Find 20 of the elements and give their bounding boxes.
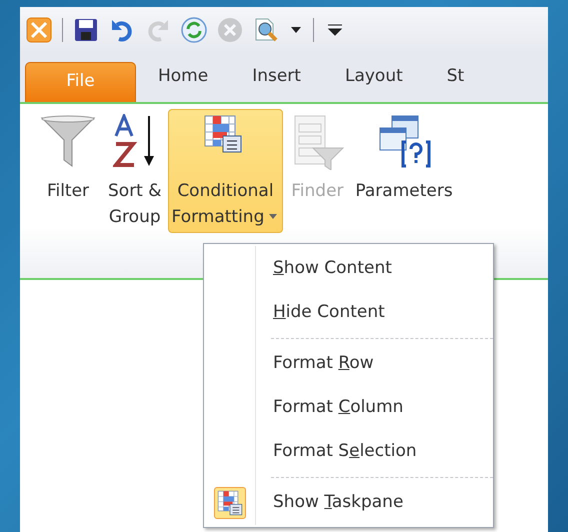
preview-icon[interactable] xyxy=(253,17,279,43)
ribbon-tab[interactable]: Layout xyxy=(322,62,425,102)
ribbon-tab[interactable]: St xyxy=(424,62,486,102)
ribbon-tab[interactable]: Home xyxy=(136,62,230,102)
ribbon-button[interactable]: Filter xyxy=(34,109,102,207)
menu-item[interactable]: Show Content xyxy=(204,247,493,291)
ribbon-tab[interactable]: Insert xyxy=(230,62,323,102)
ribbon-button[interactable]: Parameters xyxy=(351,109,457,207)
menu-item[interactable]: Format Column xyxy=(204,386,493,430)
menu-item[interactable]: Hide Content xyxy=(204,291,493,335)
ribbon-button[interactable]: Conditional Formatting xyxy=(168,109,284,233)
menu-item[interactable]: Show Taskpane xyxy=(204,481,493,525)
sort-icon xyxy=(112,114,157,170)
app-tools-icon[interactable] xyxy=(26,17,52,43)
save-icon[interactable] xyxy=(73,17,99,43)
refresh-icon[interactable] xyxy=(181,17,207,43)
ribbon-button[interactable]: Sort & Group xyxy=(104,109,166,233)
funnel-icon xyxy=(38,114,98,170)
menu-item[interactable]: Format Row xyxy=(204,342,493,386)
menu-item[interactable]: Format Selection xyxy=(204,430,493,474)
